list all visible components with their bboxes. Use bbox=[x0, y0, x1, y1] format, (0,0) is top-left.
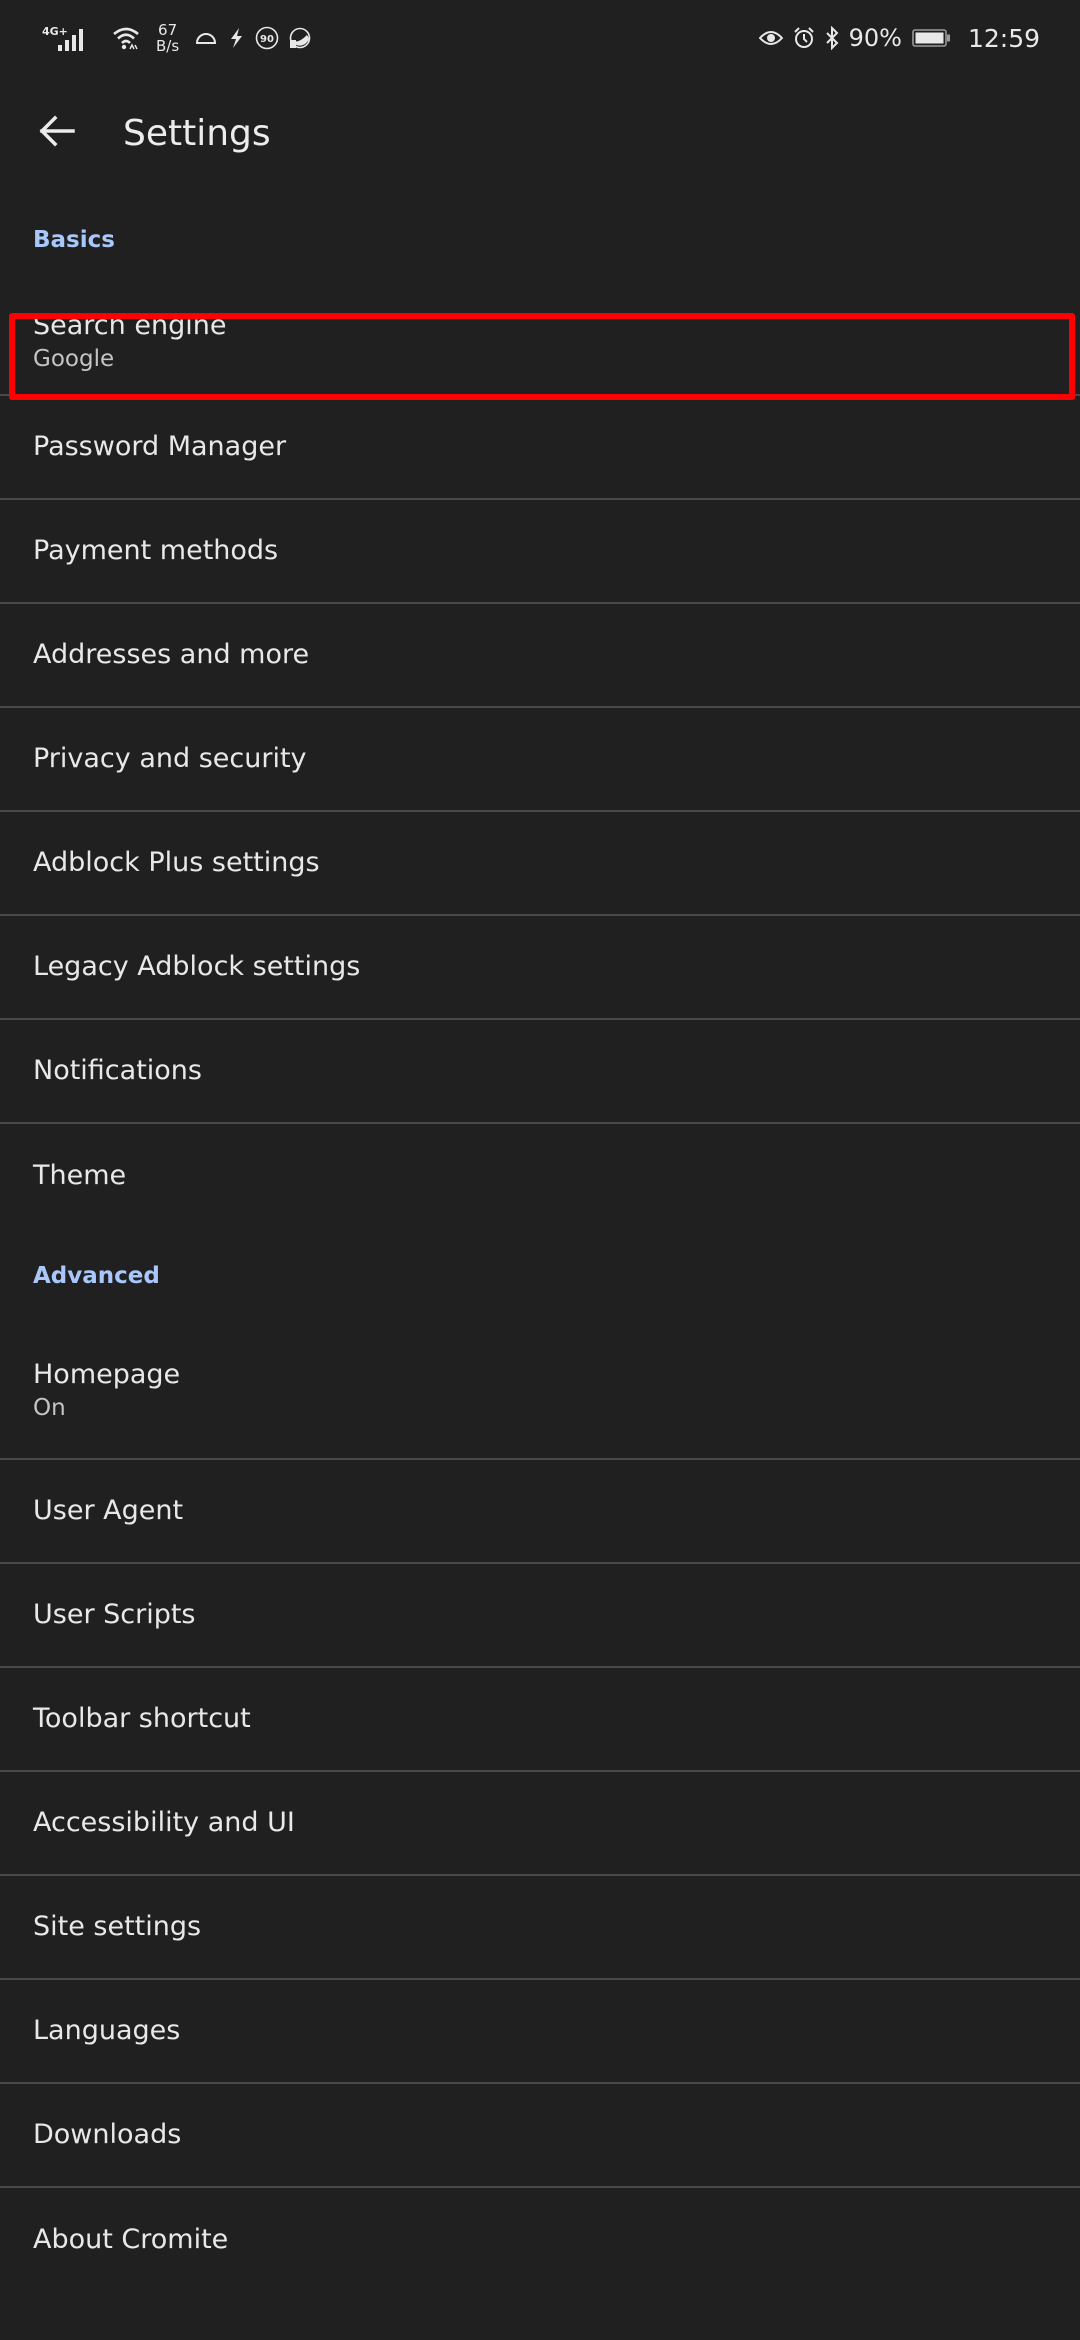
setting-notifications[interactable]: Notifications bbox=[0, 1020, 1080, 1124]
setting-title: About Cromite bbox=[33, 2224, 229, 2255]
setting-title: Homepage bbox=[33, 1359, 181, 1390]
setting-languages[interactable]: Languages bbox=[0, 1980, 1080, 2084]
setting-accessibility-ui[interactable]: Accessibility and UI bbox=[0, 1772, 1080, 1876]
network-type-label: 4G+ bbox=[42, 25, 68, 38]
setting-title: Site settings bbox=[33, 1911, 202, 1942]
signal-icon: 4G+ bbox=[42, 23, 102, 53]
setting-title: Notifications bbox=[33, 1055, 202, 1086]
setting-privacy-security[interactable]: Privacy and security bbox=[0, 708, 1080, 812]
battery-icon bbox=[912, 28, 952, 48]
setting-title: User Agent bbox=[33, 1495, 184, 1526]
setting-addresses[interactable]: Addresses and more bbox=[0, 604, 1080, 708]
app-notification-icon bbox=[289, 27, 311, 49]
bluetooth-icon bbox=[825, 26, 839, 50]
setting-payment-methods[interactable]: Payment methods bbox=[0, 500, 1080, 604]
setting-user-agent[interactable]: User Agent bbox=[0, 1460, 1080, 1564]
section-header-advanced: Advanced bbox=[33, 1263, 160, 1289]
cloud-icon bbox=[195, 31, 217, 45]
setting-user-scripts[interactable]: User Scripts bbox=[0, 1564, 1080, 1668]
setting-title: Accessibility and UI bbox=[33, 1807, 295, 1838]
speed-90-icon: 90 bbox=[255, 26, 279, 50]
setting-summary: On bbox=[33, 1395, 66, 1421]
eye-comfort-icon bbox=[758, 29, 783, 47]
speed-value: 67 bbox=[158, 21, 178, 39]
section-header-basics: Basics bbox=[33, 227, 115, 253]
alarm-icon bbox=[793, 27, 815, 49]
speed-unit: B/s bbox=[156, 37, 180, 55]
setting-title: Adblock Plus settings bbox=[33, 847, 320, 878]
status-bar-right: 90% 12:59 bbox=[758, 23, 1040, 53]
setting-title: Theme bbox=[33, 1160, 127, 1191]
page-title: Settings bbox=[123, 112, 271, 154]
app-bar: Settings bbox=[0, 76, 1080, 190]
setting-title: Toolbar shortcut bbox=[33, 1703, 251, 1734]
wifi-icon bbox=[112, 25, 140, 51]
status-bar-left: 4G+ 67 B/s 90 bbox=[42, 22, 311, 54]
settings-list: Basics Search engine Google Password Man… bbox=[0, 190, 1080, 2292]
setting-legacy-adblock[interactable]: Legacy Adblock settings bbox=[0, 916, 1080, 1020]
setting-site-settings[interactable]: Site settings bbox=[0, 1876, 1080, 1980]
setting-title: Payment methods bbox=[33, 535, 279, 566]
status-bar: 4G+ 67 B/s 90 90% 12:59 bbox=[0, 0, 1080, 76]
setting-title: Downloads bbox=[33, 2119, 182, 2150]
clock: 12:59 bbox=[967, 23, 1040, 53]
setting-title: User Scripts bbox=[33, 1599, 196, 1630]
setting-title: Password Manager bbox=[33, 431, 287, 462]
battery-percent: 90% bbox=[848, 24, 902, 52]
setting-password-manager[interactable]: Password Manager bbox=[0, 396, 1080, 500]
setting-title: Privacy and security bbox=[33, 743, 307, 774]
back-button[interactable] bbox=[27, 103, 87, 163]
svg-text:90: 90 bbox=[260, 34, 274, 45]
setting-title: Search engine bbox=[33, 310, 227, 341]
setting-toolbar-shortcut[interactable]: Toolbar shortcut bbox=[0, 1668, 1080, 1772]
setting-about[interactable]: About Cromite bbox=[0, 2188, 1080, 2292]
setting-title: Addresses and more bbox=[33, 639, 310, 670]
arrow-left-icon bbox=[39, 115, 75, 151]
setting-homepage[interactable]: Homepage On bbox=[0, 1324, 1080, 1460]
flash-icon bbox=[227, 27, 245, 49]
setting-title: Languages bbox=[33, 2015, 181, 2046]
setting-search-engine[interactable]: Search engine Google bbox=[0, 290, 1080, 396]
setting-downloads[interactable]: Downloads bbox=[0, 2084, 1080, 2188]
network-speed: 67 B/s bbox=[156, 22, 179, 54]
setting-summary: Google bbox=[33, 346, 115, 372]
setting-adblock-plus[interactable]: Adblock Plus settings bbox=[0, 812, 1080, 916]
setting-theme[interactable]: Theme bbox=[0, 1124, 1080, 1228]
setting-title: Legacy Adblock settings bbox=[33, 951, 361, 982]
